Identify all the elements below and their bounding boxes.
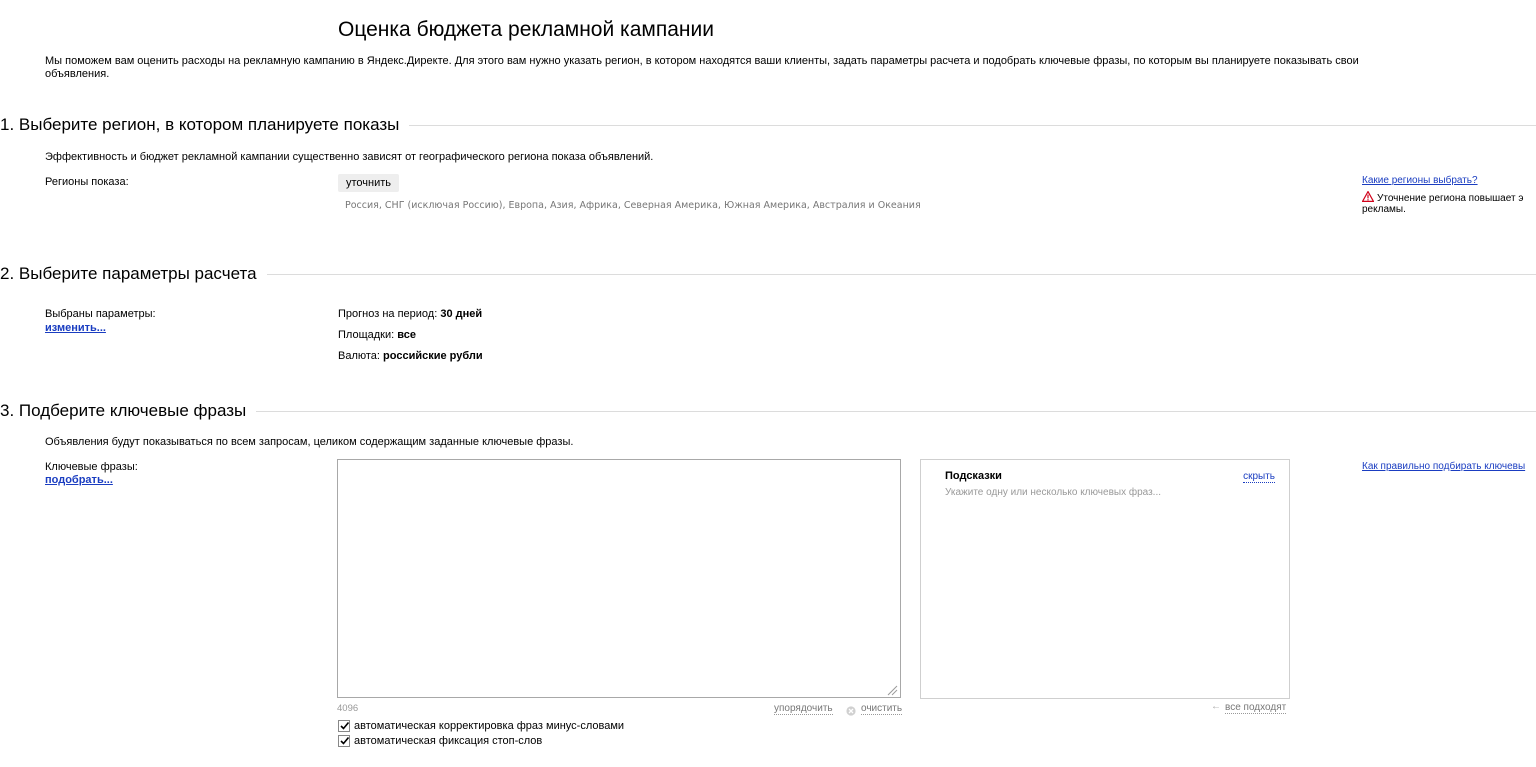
section1-description: Эффективность и бюджет рекламной кампани… <box>45 151 654 163</box>
warning-icon <box>1361 190 1375 202</box>
option-minus-words[interactable]: автоматическая корректировка фраз минус-… <box>338 720 624 732</box>
clear-icon[interactable] <box>846 703 856 716</box>
platforms-label: Площадки: <box>338 329 395 341</box>
currency-value: российские рубли <box>383 350 483 362</box>
hints-panel: Подсказки скрыть Укажите одну или нескол… <box>920 459 1290 699</box>
section2-title: 2. Выберите параметры расчета <box>0 264 267 284</box>
hints-placeholder: Укажите одну или несколько ключевых фраз… <box>945 487 1162 498</box>
hide-hints-link[interactable]: скрыть <box>1243 471 1275 483</box>
phrases-label: Ключевые фразы: <box>45 461 138 473</box>
warning-text: Уточнение региона повышает э рекламы. <box>1362 193 1524 215</box>
period-label: Прогноз на период: <box>338 308 438 320</box>
section3-description: Объявления будут показываться по всем за… <box>45 436 574 448</box>
char-counter: 4096 <box>337 703 359 714</box>
params-label: Выбраны параметры: <box>45 308 156 320</box>
region-warning: Уточнение региона повышает э рекламы. <box>1361 190 1536 215</box>
change-params-link[interactable]: изменить... <box>45 322 106 334</box>
option-stop-words-label: автоматическая фиксация стоп-слов <box>354 735 543 747</box>
option-stop-words[interactable]: автоматическая фиксация стоп-слов <box>338 735 542 747</box>
currency-param: Валюта: российские рубли <box>338 350 483 362</box>
regions-label: Регионы показа: <box>45 176 129 188</box>
checkbox-minus-words[interactable] <box>338 720 350 732</box>
resize-grip-icon[interactable] <box>886 684 898 696</box>
phrases-help-link[interactable]: Как правильно подбирать ключевы <box>1362 461 1525 472</box>
platforms-value: все <box>397 329 416 341</box>
section3-title: 3. Подберите ключевые фразы <box>0 401 257 421</box>
sort-phrases-link[interactable]: упорядочить <box>774 703 833 715</box>
platforms-param: Площадки: все <box>338 329 416 341</box>
currency-label: Валюта: <box>338 350 380 362</box>
option-minus-words-label: автоматическая корректировка фраз минус-… <box>354 720 625 732</box>
all-fit-link[interactable]: все подходят <box>1225 702 1287 714</box>
intro-text: Мы поможем вам оценить расходы на реклам… <box>45 55 1359 80</box>
period-value: 30 дней <box>440 308 483 320</box>
pick-phrases-link[interactable]: подобрать... <box>45 474 113 486</box>
arrow-left-icon: ← <box>1211 701 1221 712</box>
page-title: Оценка бюджета рекламной кампании <box>338 18 714 41</box>
hints-title: Подсказки <box>945 470 1002 482</box>
section1-title: 1. Выберите регион, в котором планируете… <box>0 115 410 135</box>
refine-regions-button[interactable]: уточнить <box>338 174 400 192</box>
clear-phrases-link[interactable]: очистить <box>861 703 903 715</box>
regions-value: Россия, СНГ (исключая Россию), Европа, А… <box>345 200 921 211</box>
checkbox-stop-words[interactable] <box>338 735 350 747</box>
period-param: Прогноз на период: 30 дней <box>338 308 482 320</box>
which-regions-link[interactable]: Какие регионы выбрать? <box>1362 175 1478 186</box>
phrases-textarea[interactable] <box>337 459 901 698</box>
